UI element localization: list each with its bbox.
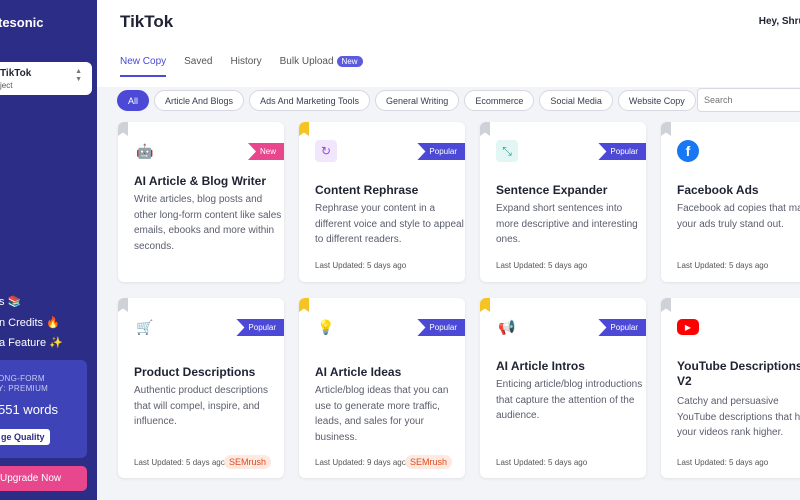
card-title: Product Descriptions [134, 365, 256, 379]
filter-article-blogs[interactable]: Article And Blogs [154, 90, 245, 111]
plan-line-2: Y: PREMIUM [0, 384, 49, 393]
user-greeting[interactable]: Hey, Shrut [759, 16, 800, 27]
last-updated: Last Updated: 5 days ago [315, 261, 407, 270]
tab-new-copy[interactable]: New Copy [120, 56, 167, 77]
card-title: AI Article Intros [496, 359, 585, 373]
project-name: TikTok [0, 68, 32, 79]
expand-icon: ⤡ [496, 140, 518, 162]
tab-bulk-upload-label: Bulk Upload [279, 56, 334, 67]
card-title: Content Rephrase [315, 183, 419, 197]
last-updated: Last Updated: 5 days ago [134, 458, 226, 467]
filter-social-media[interactable]: Social Media [539, 90, 613, 111]
robot-icon: 🤖 [136, 142, 154, 159]
card-description: Expand short sentences into more descrip… [496, 203, 638, 245]
card-content-rephrase[interactable]: Popular ↻ Content Rephrase Rephrase your… [299, 122, 465, 282]
semrush-badge: SEMrush [405, 455, 453, 469]
plan-box: ONG-FORM Y: PREMIUM 551 words ge Quality [0, 360, 87, 458]
bookmark-icon[interactable] [661, 122, 671, 136]
facebook-icon: f [677, 140, 699, 162]
brand-logo: tesonic [0, 15, 44, 30]
megaphone-icon: 📢 [498, 318, 516, 335]
filter-chips: All Article And Blogs Ads And Marketing … [117, 90, 696, 111]
project-sub: ject [0, 81, 13, 90]
card-title: Sentence Expander [496, 183, 608, 197]
card-title: AI Article & Blog Writer [134, 174, 267, 188]
last-updated: Last Updated: 5 days ago [677, 458, 769, 467]
tabs: New Copy Saved History Bulk Upload New [120, 56, 363, 77]
sidebar-item-0[interactable]: s 📚 [0, 295, 21, 308]
card-description: Rephrase your content in a different voi… [315, 203, 464, 245]
filter-ads-marketing[interactable]: Ads And Marketing Tools [249, 90, 370, 111]
card-description: Authentic product descriptions that will… [134, 385, 268, 427]
last-updated: Last Updated: 5 days ago [496, 261, 588, 270]
card-ai-article-ideas[interactable]: Popular 💡 AI Article Ideas Article/blog … [299, 298, 465, 478]
main-area: TikTok Hey, Shrut New Copy Saved History… [97, 0, 800, 500]
tab-bulk-upload[interactable]: Bulk Upload New [280, 56, 363, 77]
new-badge: New [336, 56, 363, 67]
popular-badge: Popular [598, 143, 646, 160]
card-facebook-ads[interactable]: f Facebook Ads Facebook ad copies that m… [661, 122, 800, 282]
bookmark-icon[interactable] [299, 122, 309, 136]
sidebar-item-credits[interactable]: n Credits 🔥 [0, 316, 60, 329]
filter-all[interactable]: All [117, 90, 150, 111]
upgrade-button[interactable]: Upgrade Now [0, 466, 87, 491]
popular-badge: Popular [417, 143, 465, 160]
last-updated: Last Updated: 5 days ago [677, 261, 769, 270]
filter-ecommerce[interactable]: Ecommerce [464, 90, 535, 111]
filter-general-writing[interactable]: General Writing [374, 90, 460, 111]
rephrase-icon: ↻ [315, 140, 337, 162]
top-bar: TikTok Hey, Shrut New Copy Saved History… [97, 0, 800, 87]
page-title: TikTok [120, 12, 174, 31]
youtube-icon: ▶ [677, 319, 699, 335]
card-product-descriptions[interactable]: Popular 🛒 Product Descriptions Authentic… [118, 298, 284, 478]
card-ai-article-intros[interactable]: Popular 📢 AI Article Intros Enticing art… [480, 298, 646, 478]
bookmark-icon[interactable] [661, 298, 671, 312]
tab-history[interactable]: History [231, 56, 262, 77]
cart-icon: 🛒 [136, 318, 154, 335]
popular-badge: Popular [236, 319, 284, 336]
sidebar: tesonic TikTok ject ▲ ▼ s 📚 n Credits 🔥 a… [0, 0, 97, 500]
filter-website-copy[interactable]: Website Copy [617, 90, 696, 111]
popular-badge: Popular [598, 319, 646, 336]
bookmark-icon[interactable] [299, 298, 309, 312]
bookmark-icon[interactable] [480, 298, 490, 312]
card-ai-article-writer[interactable]: New 🤖 AI Article & Blog Writer Write art… [118, 122, 284, 282]
card-title: AI Article Ideas [315, 365, 402, 379]
card-description: Catchy and persuasive YouTube descriptio… [677, 396, 800, 438]
bookmark-icon[interactable] [118, 298, 128, 312]
new-badge: New [247, 143, 284, 160]
card-sentence-expander[interactable]: Popular ⤡ Sentence Expander Expand short… [480, 122, 646, 282]
last-updated: Last Updated: 5 days ago [496, 458, 588, 467]
bookmark-icon[interactable] [118, 122, 128, 136]
project-selector[interactable]: TikTok ject ▲ ▼ [0, 62, 92, 95]
tab-saved[interactable]: Saved [184, 56, 212, 77]
card-description: Article/blog ideas that you can use to g… [315, 385, 449, 443]
idea-icon: 💡 [317, 318, 335, 335]
search-input[interactable] [697, 88, 800, 112]
popular-badge: Popular [417, 319, 465, 336]
plan-words: 551 words [0, 402, 58, 417]
usage-quality-button[interactable]: ge Quality [0, 429, 50, 445]
card-title: Facebook Ads [677, 183, 759, 197]
last-updated: Last Updated: 9 days ago [315, 458, 407, 467]
bookmark-icon[interactable] [480, 122, 490, 136]
card-youtube-descriptions[interactable]: ▶ ✕ YouTube Descriptions V2 Catchy and p… [661, 298, 800, 478]
sidebar-item-feature[interactable]: a Feature ✨ [0, 336, 63, 349]
card-description: Facebook ad copies that make your ads tr… [677, 203, 800, 230]
card-description: Enticing article/blog introductions that… [496, 379, 643, 421]
plan-line-1: ONG-FORM [0, 374, 45, 383]
card-description: Write articles, blog posts and other lon… [134, 194, 282, 252]
chevron-updown-icon: ▲ ▼ [75, 68, 82, 83]
semrush-badge: SEMrush [224, 455, 272, 469]
card-title: YouTube Descriptions V2 [677, 359, 800, 388]
